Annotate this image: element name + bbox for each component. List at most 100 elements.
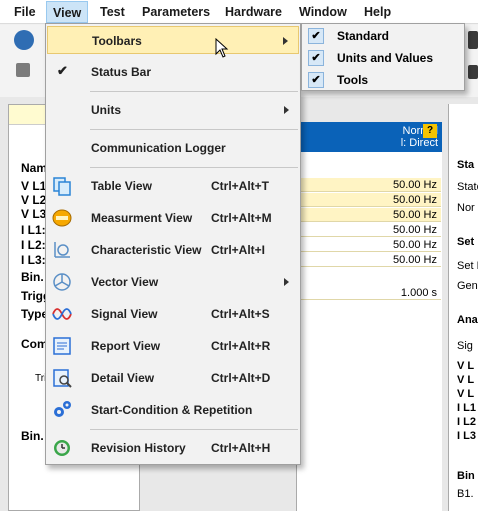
menu-separator <box>90 91 298 92</box>
menu-item-units[interactable]: Units <box>47 96 299 124</box>
signal-view-icon <box>52 308 72 320</box>
label-il2: I L2 <box>457 416 476 428</box>
label-setm: Set M <box>457 260 478 272</box>
menu-item-shortcut: Ctrl+Alt+D <box>211 371 271 385</box>
menu-item-status-bar[interactable]: ✔ Status Bar <box>47 58 299 86</box>
menu-item-label: Measurment View <box>91 211 193 225</box>
menu-item-label: Toolbars <box>92 34 142 48</box>
checkmark-icon: ✔ <box>308 72 324 88</box>
vector-view-icon <box>53 273 71 291</box>
checkmark-icon: ✔ <box>308 50 324 66</box>
submenu-item-label: Tools <box>337 73 369 87</box>
label-vl2: V L <box>457 374 475 386</box>
table-view-icon <box>53 177 71 196</box>
toolbars-submenu: ✔ Standard ✔ Units and Values ✔ Tools <box>301 23 465 91</box>
menu-item-shortcut: Ctrl+Alt+I <box>211 243 266 257</box>
revision-history-icon <box>54 440 70 456</box>
label-il1: I L1 <box>457 402 476 414</box>
menu-item-label: Detail View <box>91 371 155 385</box>
menu-item-label: Table View <box>91 179 152 193</box>
menu-file[interactable]: File <box>14 0 36 24</box>
label-state: State <box>457 181 478 193</box>
menu-item-characteristic-view[interactable]: Characteristic View Ctrl+Alt+I <box>47 236 299 264</box>
detail-view-icon <box>53 369 72 388</box>
menu-window[interactable]: Window <box>299 0 347 24</box>
menu-item-shortcut: Ctrl+Alt+T <box>211 179 270 193</box>
panel-header: Normal l: Direct <box>297 122 442 152</box>
menu-item-label: Start-Condition & Repetition <box>91 403 253 417</box>
menu-parameters[interactable]: Parameters <box>142 0 210 24</box>
label-bin: Bin <box>457 470 475 482</box>
menu-separator <box>90 429 298 430</box>
menu-item-table-view[interactable]: Table View Ctrl+Alt+T <box>47 172 299 200</box>
label-sta: Sta <box>457 159 475 171</box>
menu-item-label: Signal View <box>91 307 158 321</box>
toolbar-icon[interactable] <box>468 31 478 49</box>
menu-help[interactable]: Help <box>364 0 391 24</box>
submenu-item-label: Standard <box>337 29 390 43</box>
menu-separator <box>90 167 298 168</box>
menu-item-shortcut: Ctrl+Alt+M <box>211 211 272 225</box>
label-sig: Sig <box>457 340 473 352</box>
label-vl1: V L <box>457 360 475 372</box>
toolbar-icon[interactable] <box>468 65 478 79</box>
submenu-item-label: Units and Values <box>337 51 434 65</box>
menu-item-measurement-view[interactable]: Measurment View Ctrl+Alt+M <box>47 204 299 232</box>
label-ana: Ana <box>457 314 478 326</box>
measurement-view-icon <box>52 209 72 227</box>
mouse-cursor-icon <box>215 38 229 58</box>
menu-item-vector-view[interactable]: Vector View <box>47 268 299 296</box>
submenu-arrow-icon <box>283 37 288 45</box>
menu-test[interactable]: Test <box>100 0 125 24</box>
trigger-time[interactable]: 1.000 s <box>301 286 441 300</box>
checkmark-icon: ✔ <box>308 28 324 44</box>
rewind-icon[interactable] <box>16 63 30 77</box>
main-panel: Normal l: Direct 50.00 Hz 50.00 Hz 50.00… <box>296 122 442 511</box>
menu-item-signal-view[interactable]: Signal View Ctrl+Alt+S <box>47 300 299 328</box>
characteristic-view-icon <box>54 242 70 258</box>
freq-cell[interactable]: 50.00 Hz <box>301 193 441 207</box>
label-il1: I L1: <box>21 223 46 237</box>
menu-item-report-view[interactable]: Report View Ctrl+Alt+R <box>47 332 299 360</box>
label-il3: I L3 <box>457 430 476 442</box>
checkmark-icon: ✔ <box>57 63 68 78</box>
menu-item-label: Communication Logger <box>91 141 226 155</box>
menu-item-start-condition[interactable]: Start-Condition & Repetition <box>47 396 299 424</box>
menu-item-shortcut: Ctrl+Alt+H <box>211 441 271 455</box>
help-icon[interactable]: ? <box>423 124 437 138</box>
submenu-item-tools[interactable]: ✔ Tools <box>303 69 463 91</box>
report-view-icon <box>53 337 71 355</box>
menu-item-communication-logger[interactable]: Communication Logger <box>47 134 299 162</box>
right-panel: Sta State Nor Set Set M Gen Ana Sig V L … <box>448 104 478 511</box>
freq-cell[interactable]: 50.00 Hz <box>301 208 441 222</box>
submenu-item-units-values[interactable]: ✔ Units and Values <box>303 47 463 69</box>
menu-hardware[interactable]: Hardware <box>225 0 282 24</box>
app-logo-icon[interactable] <box>14 30 34 50</box>
menu-item-toolbars[interactable]: Toolbars <box>47 26 299 54</box>
freq-cell[interactable]: 50.00 Hz <box>301 178 441 192</box>
menu-item-label: Status Bar <box>91 65 152 79</box>
label-il2: I L2: <box>21 238 46 252</box>
menu-view[interactable]: View <box>46 1 89 23</box>
view-menu: Toolbars ✔ Status Bar Units Communicatio… <box>45 23 301 465</box>
submenu-arrow-icon <box>284 278 289 286</box>
menu-item-shortcut: Ctrl+Alt+R <box>211 339 271 353</box>
label-gen: Gen <box>457 280 478 292</box>
menu-item-label: Units <box>91 103 121 117</box>
submenu-item-standard[interactable]: ✔ Standard <box>303 25 463 47</box>
menu-item-label: Characteristic View <box>91 243 202 257</box>
header-direct: l: Direct <box>400 137 438 149</box>
menu-item-detail-view[interactable]: Detail View Ctrl+Alt+D <box>47 364 299 392</box>
menu-bar: File View Test Parameters Hardware Windo… <box>0 0 478 24</box>
label-set: Set <box>457 236 475 248</box>
freq-cell[interactable]: 50.00 Hz <box>301 238 441 252</box>
gears-icon <box>54 401 71 417</box>
label-nor: Nor <box>457 202 475 214</box>
label-b1: B1. <box>457 488 474 500</box>
freq-cell[interactable]: 50.00 Hz <box>301 223 441 237</box>
menu-item-shortcut: Ctrl+Alt+S <box>211 307 270 321</box>
freq-cell[interactable]: 50.00 Hz <box>301 253 441 267</box>
menu-item-label: Revision History <box>91 441 186 455</box>
menu-item-label: Vector View <box>91 275 159 289</box>
menu-item-revision-history[interactable]: Revision History Ctrl+Alt+H <box>47 434 299 462</box>
